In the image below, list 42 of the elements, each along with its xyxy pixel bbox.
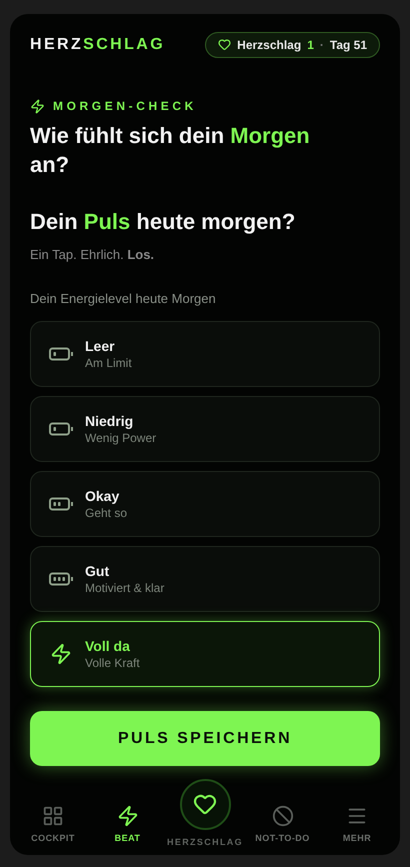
battery-icon	[49, 422, 73, 436]
question-heading: Dein Puls heute morgen?	[30, 208, 296, 236]
energy-option[interactable]: Okay Geht so	[30, 471, 380, 537]
battery-icon	[49, 347, 73, 361]
save-button[interactable]: PULS SPEICHERN	[30, 711, 380, 766]
heart-icon	[193, 792, 217, 816]
battery-icon	[49, 572, 73, 586]
option-subtitle: Motiviert & klar	[85, 580, 164, 596]
option-title: Okay	[85, 487, 120, 505]
eyebrow-label: MORGEN-CHECK	[53, 98, 197, 115]
nav-tab[interactable]: COCKPIT	[18, 804, 88, 845]
page-title: Wie fühlt sich dein Morgen an?	[30, 122, 311, 179]
option-subtitle: Volle Kraft	[85, 655, 140, 671]
option-subtitle: Am Limit	[85, 355, 132, 371]
bolt-icon	[116, 804, 138, 826]
bolt-icon	[50, 643, 72, 665]
energy-option[interactable]: Leer Am Limit	[30, 321, 380, 387]
badge-label: Herzschlag	[237, 36, 302, 54]
heart-icon	[218, 38, 232, 51]
nav-tab[interactable]: MEHR	[322, 804, 392, 845]
option-title: Niedrig	[85, 412, 134, 430]
option-subtitle: Geht so	[85, 505, 128, 521]
badge-count: 1	[307, 36, 314, 54]
section-label: Dein Energielevel heute Morgen	[30, 290, 217, 308]
ban-icon	[272, 804, 294, 826]
nav-tab[interactable]: BEAT	[92, 804, 162, 845]
nav-tab[interactable]: NOT-TO-DO	[248, 804, 318, 845]
grid-icon	[42, 804, 64, 826]
option-title: Leer	[85, 337, 116, 355]
badge-separator: ·	[320, 36, 324, 54]
energy-option[interactable]: Gut Motiviert & klar	[30, 546, 380, 612]
energy-option[interactable]: Niedrig Wenig Power	[30, 396, 380, 462]
streak-badge[interactable]: Herzschlag 1 · Tag 51	[205, 32, 380, 58]
bolt-icon	[30, 98, 45, 114]
brand-logo: HERZSCHLAG	[30, 34, 166, 54]
option-subtitle: Wenig Power	[85, 430, 156, 446]
energy-option[interactable]: Voll da Volle Kraft	[30, 621, 380, 687]
badge-day: Tag 51	[330, 36, 367, 54]
option-title: Voll da	[85, 637, 131, 655]
battery-icon	[49, 497, 73, 511]
subtitle: Ein Tap. Ehrlich. Los.	[30, 246, 156, 264]
option-title: Gut	[85, 562, 110, 580]
